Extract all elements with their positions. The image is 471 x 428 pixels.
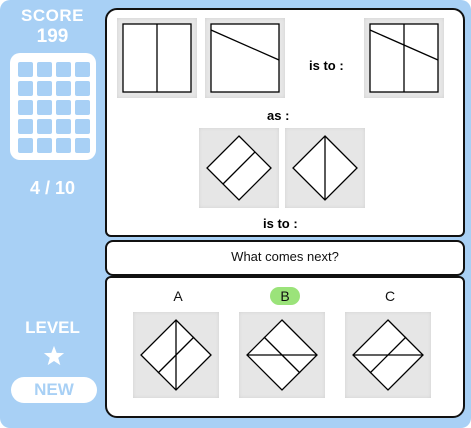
as-text: as : — [267, 108, 290, 123]
grid-cell — [18, 138, 33, 153]
grid-cell — [18, 119, 33, 134]
question-text: What comes next? — [231, 249, 339, 264]
grid-cell — [75, 62, 90, 77]
grid-cell — [37, 81, 52, 96]
grid-cell — [56, 81, 71, 96]
grid-cell — [18, 81, 33, 96]
option-b-label: B — [270, 287, 300, 305]
level-label: LEVEL — [25, 318, 80, 337]
analogy-figure-3 — [364, 18, 444, 98]
grid-cell — [37, 100, 52, 115]
analogy-figure-4 — [199, 128, 279, 208]
star-icon — [43, 345, 65, 366]
option-c-label: C — [384, 288, 396, 304]
grid-cell — [56, 100, 71, 115]
is-to-text-2: is to : — [263, 216, 298, 231]
score-label: SCORE — [21, 6, 84, 25]
grid-cell — [37, 119, 52, 134]
question-panel: What comes next? — [105, 240, 465, 276]
analogy-panel: is to : as : is to : — [105, 8, 465, 237]
analogy-figure-5 — [285, 128, 365, 208]
grid-cell — [18, 62, 33, 77]
analogy-figure-2 — [205, 18, 285, 98]
grid-cell — [37, 138, 52, 153]
is-to-text-1: is to : — [309, 58, 344, 73]
grid-cell — [56, 138, 71, 153]
grid-cell — [75, 100, 90, 115]
grid-cell — [56, 62, 71, 77]
grid-cell — [18, 100, 33, 115]
option-a-label: A — [173, 288, 183, 304]
level-badge: NEW — [11, 377, 97, 403]
option-b-figure[interactable] — [239, 312, 325, 398]
option-a-figure[interactable] — [133, 312, 219, 398]
grid-cell — [75, 119, 90, 134]
menu-grid-button[interactable] — [10, 53, 96, 160]
grid-cell — [56, 119, 71, 134]
score-value: 199 — [36, 26, 69, 47]
options-panel: A B C — [105, 276, 465, 418]
question-progress: 4 / 10 — [29, 178, 76, 198]
grid-cell — [75, 138, 90, 153]
grid-cell — [75, 81, 90, 96]
option-c-figure[interactable] — [345, 312, 431, 398]
analogy-figure-1 — [117, 18, 197, 98]
grid-cell — [37, 62, 52, 77]
